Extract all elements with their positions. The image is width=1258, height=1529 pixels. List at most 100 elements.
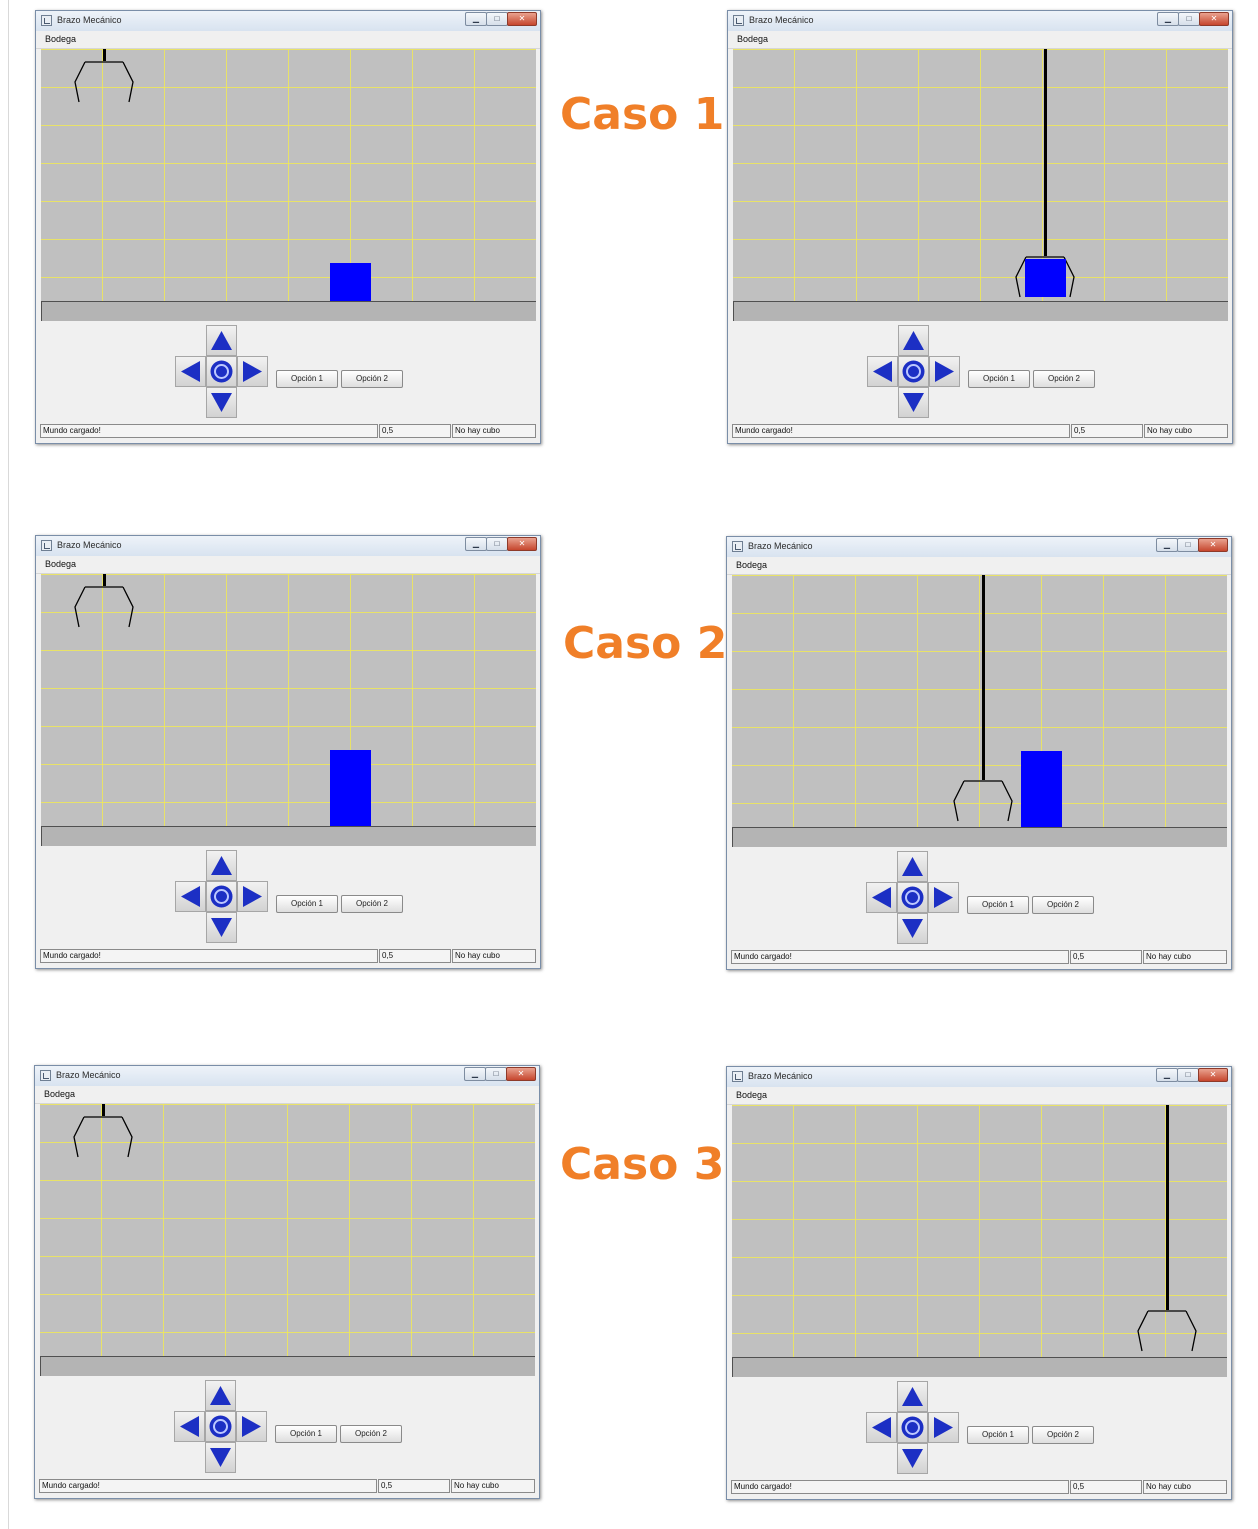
app-window: Brazo Mecánico ▁ □ ✕ Bodega Opción 1 Opc… xyxy=(726,536,1232,970)
maximize-button[interactable]: □ xyxy=(485,1067,507,1081)
move-right-button[interactable] xyxy=(236,1411,267,1442)
option-1-button[interactable]: Opción 1 xyxy=(968,370,1030,388)
move-left-button[interactable] xyxy=(175,356,206,387)
arrow-up-icon xyxy=(211,331,232,350)
status-message: Mundo cargado! xyxy=(40,424,378,438)
close-button[interactable]: ✕ xyxy=(506,1067,536,1081)
option-2-button[interactable]: Opción 2 xyxy=(1032,896,1094,914)
move-left-button[interactable] xyxy=(866,1412,897,1443)
option-2-button[interactable]: Opción 2 xyxy=(341,895,403,913)
arrow-right-icon xyxy=(243,361,262,382)
close-button[interactable]: ✕ xyxy=(1198,1068,1228,1082)
controls-panel: Opción 1 Opción 2 xyxy=(36,847,540,947)
move-left-button[interactable] xyxy=(867,356,898,387)
move-down-button[interactable] xyxy=(205,1442,236,1473)
arrow-up-icon xyxy=(902,1387,923,1406)
window-title: Brazo Mecánico xyxy=(57,540,122,550)
minimize-button[interactable]: ▁ xyxy=(465,12,487,26)
floor-edge xyxy=(733,301,734,321)
title-bar: Brazo Mecánico ▁ □ ✕ xyxy=(36,536,540,557)
status-message: Mundo cargado! xyxy=(39,1479,377,1493)
move-up-button[interactable] xyxy=(205,1380,236,1411)
minimize-button[interactable]: ▁ xyxy=(1157,12,1179,26)
option-1-button[interactable]: Opción 1 xyxy=(276,895,338,913)
floor-edge xyxy=(732,827,733,847)
move-down-button[interactable] xyxy=(897,1443,928,1474)
close-button[interactable]: ✕ xyxy=(507,537,537,551)
minimize-button[interactable]: ▁ xyxy=(1156,538,1178,552)
minimize-button[interactable]: ▁ xyxy=(465,537,487,551)
maximize-button[interactable]: □ xyxy=(486,537,508,551)
floor-edge xyxy=(41,301,42,321)
option-1-button[interactable]: Opción 1 xyxy=(276,370,338,388)
close-button[interactable]: ✕ xyxy=(507,12,537,26)
minimize-button[interactable]: ▁ xyxy=(464,1067,486,1081)
maximize-button[interactable]: □ xyxy=(486,12,508,26)
title-bar: Brazo Mecánico ▁ □ ✕ xyxy=(728,11,1232,32)
option-2-button[interactable]: Opción 2 xyxy=(340,1425,402,1443)
option-1-button[interactable]: Opción 1 xyxy=(967,1426,1029,1444)
claw-icon xyxy=(74,61,134,103)
menu-bodega[interactable]: Bodega xyxy=(736,560,767,570)
option-2-button[interactable]: Opción 2 xyxy=(1032,1426,1094,1444)
target-icon xyxy=(209,1415,232,1438)
controls-panel: Opción 1 Opción 2 xyxy=(728,322,1232,422)
case-label-1: Caso 1 xyxy=(560,89,725,140)
status-cube: No hay cubo xyxy=(452,424,536,438)
status-cube: No hay cubo xyxy=(1143,950,1227,964)
option-2-button[interactable]: Opción 2 xyxy=(341,370,403,388)
arrow-left-icon xyxy=(180,1416,199,1437)
move-left-button[interactable] xyxy=(174,1411,205,1442)
option-1-button[interactable]: Opción 1 xyxy=(275,1425,337,1443)
floor-edge xyxy=(732,1357,733,1377)
move-left-button[interactable] xyxy=(175,881,206,912)
menu-bodega[interactable]: Bodega xyxy=(44,1089,75,1099)
move-right-button[interactable] xyxy=(929,356,960,387)
arrow-right-icon xyxy=(934,1417,953,1438)
move-up-button[interactable] xyxy=(897,1381,928,1412)
target-icon xyxy=(210,885,233,908)
arrow-right-icon xyxy=(243,886,262,907)
case-label-2: Caso 2 xyxy=(563,618,728,669)
maximize-button[interactable]: □ xyxy=(1177,538,1199,552)
arrow-right-icon xyxy=(934,887,953,908)
status-cube: No hay cubo xyxy=(1144,424,1228,438)
grab-button[interactable] xyxy=(897,1412,928,1443)
grab-button[interactable] xyxy=(206,881,237,912)
move-right-button[interactable] xyxy=(928,882,959,913)
move-right-button[interactable] xyxy=(237,356,268,387)
move-left-button[interactable] xyxy=(866,882,897,913)
status-value: 0,5 xyxy=(379,424,451,438)
move-down-button[interactable] xyxy=(898,387,929,418)
menu-bodega[interactable]: Bodega xyxy=(737,34,768,44)
title-bar: Brazo Mecánico ▁ □ ✕ xyxy=(727,537,1231,558)
maximize-button[interactable]: □ xyxy=(1177,1068,1199,1082)
grab-button[interactable] xyxy=(897,882,928,913)
move-up-button[interactable] xyxy=(206,850,237,881)
menu-bodega[interactable]: Bodega xyxy=(736,1090,767,1100)
move-down-button[interactable] xyxy=(206,912,237,943)
cube xyxy=(1025,259,1066,297)
move-down-button[interactable] xyxy=(897,913,928,944)
target-icon xyxy=(901,1416,924,1439)
menu-bodega[interactable]: Bodega xyxy=(45,34,76,44)
move-up-button[interactable] xyxy=(898,325,929,356)
option-1-button[interactable]: Opción 1 xyxy=(967,896,1029,914)
arrow-left-icon xyxy=(872,887,891,908)
app-window: Brazo Mecánico ▁ □ ✕ Bodega Opción 1 Opc… xyxy=(35,535,541,969)
move-up-button[interactable] xyxy=(206,325,237,356)
move-up-button[interactable] xyxy=(897,851,928,882)
menu-bar: Bodega xyxy=(728,31,1232,49)
grab-button[interactable] xyxy=(898,356,929,387)
move-down-button[interactable] xyxy=(206,387,237,418)
maximize-button[interactable]: □ xyxy=(1178,12,1200,26)
close-button[interactable]: ✕ xyxy=(1199,12,1229,26)
close-button[interactable]: ✕ xyxy=(1198,538,1228,552)
move-right-button[interactable] xyxy=(237,881,268,912)
grab-button[interactable] xyxy=(205,1411,236,1442)
minimize-button[interactable]: ▁ xyxy=(1156,1068,1178,1082)
option-2-button[interactable]: Opción 2 xyxy=(1033,370,1095,388)
menu-bodega[interactable]: Bodega xyxy=(45,559,76,569)
move-right-button[interactable] xyxy=(928,1412,959,1443)
grab-button[interactable] xyxy=(206,356,237,387)
